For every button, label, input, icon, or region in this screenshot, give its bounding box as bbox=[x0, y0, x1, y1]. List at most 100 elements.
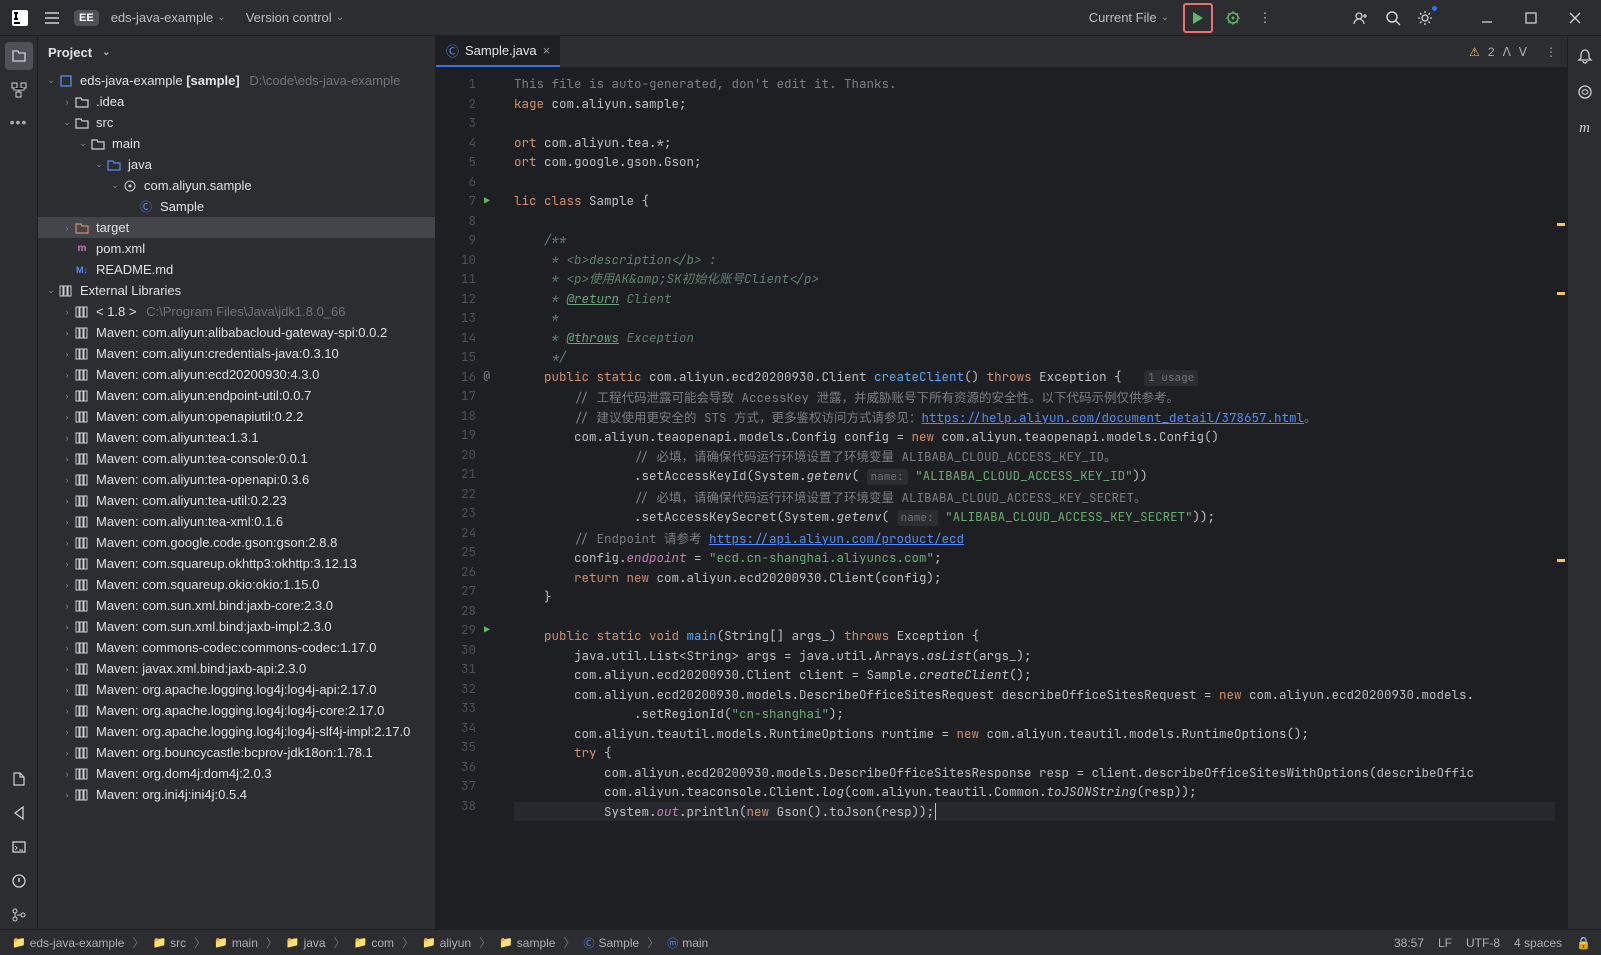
tree-row[interactable]: ›< 1.8 > C:\Program Files\Java\jdk1.8.0_… bbox=[38, 301, 435, 322]
vcs-menu[interactable]: Version control ⌄ bbox=[238, 6, 352, 29]
breadcrumb-item[interactable]: 📁main bbox=[210, 934, 262, 952]
more-actions-button[interactable]: ⋮ bbox=[1251, 4, 1279, 32]
chevron-down-icon: ⌄ bbox=[102, 47, 110, 58]
chevron-down-icon: ⌄ bbox=[217, 12, 225, 23]
tree-row[interactable]: ⌄src bbox=[38, 112, 435, 133]
indent-setting[interactable]: 4 spaces bbox=[1514, 936, 1562, 950]
breadcrumb-item[interactable]: 📁com bbox=[350, 934, 398, 952]
project-badge: EE bbox=[74, 10, 99, 26]
tree-row[interactable]: ⌄main bbox=[38, 133, 435, 154]
project-name: eds-java-example bbox=[111, 10, 214, 25]
problems-tool-button[interactable] bbox=[5, 867, 33, 895]
tree-row[interactable]: ›.idea bbox=[38, 91, 435, 112]
error-stripe[interactable] bbox=[1555, 68, 1567, 929]
tree-row[interactable]: ›Maven: com.aliyun:alibabacloud-gateway-… bbox=[38, 322, 435, 343]
breadcrumb-item[interactable]: 📁eds-java-example bbox=[8, 934, 128, 952]
tree-row[interactable]: ›Maven: com.aliyun:tea-console:0.0.1 bbox=[38, 448, 435, 469]
editor-tabs: Ⓒ Sample.java × ⚠ 2 ᐱ ᐯ ⋮ bbox=[436, 36, 1567, 68]
tree-row[interactable]: ›Maven: org.ini4j:ini4j:0.5.4 bbox=[38, 784, 435, 805]
tree-row[interactable]: ›Maven: org.bouncycastle:bcprov-jdk18on:… bbox=[38, 742, 435, 763]
tree-row[interactable]: ›Maven: org.apache.logging.log4j:log4j-a… bbox=[38, 679, 435, 700]
tree-row[interactable]: ›Maven: com.aliyun:endpoint-util:0.0.7 bbox=[38, 385, 435, 406]
run-config-dropdown[interactable]: Current File ⌄ bbox=[1081, 6, 1177, 29]
file-encoding[interactable]: UTF-8 bbox=[1466, 936, 1500, 950]
tree-row[interactable]: ›Maven: com.squareup.okhttp3:okhttp:3.12… bbox=[38, 553, 435, 574]
editor-tab-sample[interactable]: Ⓒ Sample.java × bbox=[436, 36, 560, 67]
tree-row[interactable]: M↓README.md bbox=[38, 259, 435, 280]
window-maximize-button[interactable] bbox=[1511, 0, 1551, 36]
breadcrumb-item[interactable]: 📁src bbox=[148, 934, 190, 952]
titlebar: EE eds-java-example ⌄ Version control ⌄ … bbox=[0, 0, 1601, 36]
project-pane: Project ⌄ ⌄eds-java-example [sample] D:\… bbox=[38, 36, 436, 929]
code-with-me-icon[interactable] bbox=[1347, 4, 1375, 32]
tree-row[interactable]: ›Maven: com.aliyun:tea:1.3.1 bbox=[38, 427, 435, 448]
statusbar: 📁eds-java-example〉📁src〉📁main〉📁java〉📁com〉… bbox=[0, 929, 1601, 955]
tree-row[interactable]: ›Maven: org.dom4j:dom4j:2.0.3 bbox=[38, 763, 435, 784]
tree-row[interactable]: ›Maven: com.aliyun:tea-openapi:0.3.6 bbox=[38, 469, 435, 490]
project-dropdown[interactable]: eds-java-example ⌄ bbox=[103, 6, 234, 29]
line-gutter[interactable]: 1234567891011121314151617181920212223242… bbox=[436, 68, 494, 929]
tree-row[interactable]: ›Maven: com.aliyun:ecd20200930:4.3.0 bbox=[38, 364, 435, 385]
tree-row[interactable]: ⌄java bbox=[38, 154, 435, 175]
java-class-icon: Ⓒ bbox=[446, 41, 459, 60]
breadcrumbs[interactable]: 📁eds-java-example〉📁src〉📁main〉📁java〉📁com〉… bbox=[0, 933, 712, 953]
project-tree[interactable]: ⌄eds-java-example [sample] D:\code\eds-j… bbox=[38, 68, 435, 929]
tree-row[interactable]: ›Maven: com.sun.xml.bind:jaxb-impl:2.3.0 bbox=[38, 616, 435, 637]
tree-row[interactable]: mpom.xml bbox=[38, 238, 435, 259]
readonly-toggle-icon[interactable]: 🔒 bbox=[1576, 936, 1591, 950]
chevron-down-icon: ⌄ bbox=[1161, 12, 1169, 23]
bookmarks-tool-button[interactable] bbox=[5, 765, 33, 793]
warning-count: 2 bbox=[1488, 45, 1495, 59]
tree-row[interactable]: ⌄com.aliyun.sample bbox=[38, 175, 435, 196]
main-menu-button[interactable] bbox=[38, 4, 66, 32]
code-editor[interactable]: 1234567891011121314151617181920212223242… bbox=[436, 68, 1567, 929]
close-tab-button[interactable]: × bbox=[543, 43, 551, 58]
tree-row[interactable]: ›target bbox=[38, 217, 435, 238]
tree-row[interactable]: ›Maven: com.aliyun:openapiutil:0.2.2 bbox=[38, 406, 435, 427]
run-button[interactable] bbox=[1183, 3, 1213, 33]
tree-row[interactable]: ›Maven: com.aliyun:credentials-java:0.3.… bbox=[38, 343, 435, 364]
more-tools-button[interactable]: ••• bbox=[10, 114, 28, 130]
tree-row[interactable]: ›Maven: com.squareup.okio:okio:1.15.0 bbox=[38, 574, 435, 595]
ai-assistant-button[interactable] bbox=[1571, 78, 1599, 106]
breadcrumb-item[interactable]: 📁sample bbox=[495, 934, 559, 952]
line-separator[interactable]: LF bbox=[1438, 936, 1452, 950]
editor-more-button[interactable]: ⋮ bbox=[1545, 45, 1557, 59]
breadcrumb-item[interactable]: 📁java bbox=[282, 934, 330, 952]
window-minimize-button[interactable] bbox=[1467, 0, 1507, 36]
tree-row[interactable]: ›Maven: javax.xml.bind:jaxb-api:2.3.0 bbox=[38, 658, 435, 679]
project-tool-button[interactable] bbox=[5, 42, 33, 70]
debug-button[interactable] bbox=[1219, 4, 1247, 32]
tree-row[interactable]: ⒸSample bbox=[38, 196, 435, 217]
code-content[interactable]: This file is auto-generated, don't edit … bbox=[494, 68, 1567, 929]
tree-row[interactable]: ›Maven: com.google.code.gson:gson:2.8.8 bbox=[38, 532, 435, 553]
breadcrumb-item[interactable]: ⒸSample bbox=[580, 933, 644, 953]
chevron-down-icon: ⌄ bbox=[336, 12, 344, 23]
breadcrumb-item[interactable]: ⓜmain bbox=[663, 933, 712, 953]
editor-area: Ⓒ Sample.java × ⚠ 2 ᐱ ᐯ ⋮ 12345678910111… bbox=[436, 36, 1567, 929]
notifications-button[interactable] bbox=[1571, 42, 1599, 70]
prev-highlight-button[interactable]: ᐱ bbox=[1503, 45, 1511, 59]
editor-inspection-widget[interactable]: ⚠ 2 ᐱ ᐯ ⋮ bbox=[1469, 36, 1567, 67]
tree-row[interactable]: ›Maven: commons-codec:commons-codec:1.17… bbox=[38, 637, 435, 658]
maven-tool-button[interactable]: m bbox=[1571, 114, 1599, 142]
tree-row[interactable]: ›Maven: org.apache.logging.log4j:log4j-s… bbox=[38, 721, 435, 742]
search-everywhere-button[interactable] bbox=[1379, 4, 1407, 32]
settings-button[interactable] bbox=[1411, 4, 1439, 32]
build-tool-button[interactable] bbox=[5, 799, 33, 827]
tree-row[interactable]: ›Maven: org.apache.logging.log4j:log4j-c… bbox=[38, 700, 435, 721]
next-highlight-button[interactable]: ᐯ bbox=[1519, 45, 1527, 59]
vcs-tool-button[interactable] bbox=[5, 901, 33, 929]
breadcrumb-item[interactable]: 📁aliyun bbox=[418, 934, 475, 952]
project-pane-header[interactable]: Project ⌄ bbox=[38, 36, 435, 68]
tree-row[interactable]: ⌄External Libraries bbox=[38, 280, 435, 301]
structure-tool-button[interactable] bbox=[5, 76, 33, 104]
tree-row[interactable]: ›Maven: com.sun.xml.bind:jaxb-core:2.3.0 bbox=[38, 595, 435, 616]
tree-row[interactable]: ›Maven: com.aliyun:tea-util:0.2.23 bbox=[38, 490, 435, 511]
tree-row[interactable]: ›Maven: com.aliyun:tea-xml:0.1.6 bbox=[38, 511, 435, 532]
window-close-button[interactable] bbox=[1555, 0, 1595, 36]
terminal-tool-button[interactable] bbox=[5, 833, 33, 861]
tree-row[interactable]: ⌄eds-java-example [sample] D:\code\eds-j… bbox=[38, 70, 435, 91]
caret-position[interactable]: 38:57 bbox=[1394, 936, 1424, 950]
ij-logo-icon[interactable] bbox=[6, 4, 34, 32]
